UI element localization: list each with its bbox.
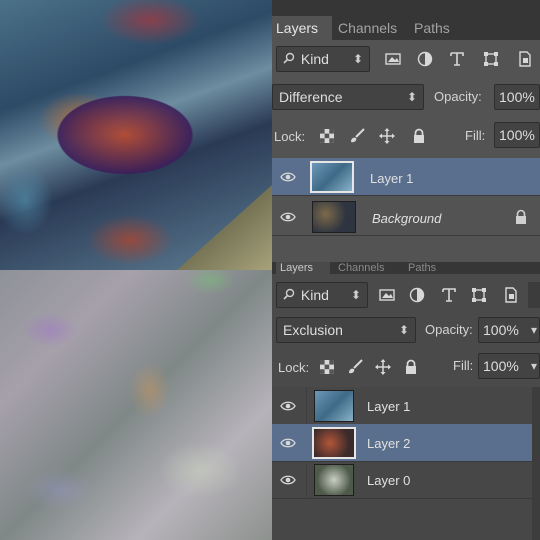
- layer-name[interactable]: Layer 1: [370, 171, 413, 186]
- fill-label: Fill:: [465, 128, 486, 143]
- lock-image-pixels-icon[interactable]: [346, 125, 368, 147]
- layer-name[interactable]: Layer 2: [367, 436, 410, 451]
- updown-arrows-icon: ⬍: [352, 52, 363, 66]
- layer-row-layer-1[interactable]: Layer 1: [272, 387, 532, 425]
- layer-name[interactable]: Layer 0: [367, 473, 410, 488]
- layer-name[interactable]: Background: [372, 211, 441, 226]
- blend-mode-select[interactable]: Difference ⬍: [272, 84, 424, 110]
- tab-channels[interactable]: Channels: [334, 262, 388, 274]
- visibility-eye-icon[interactable]: [280, 398, 296, 414]
- dropdown-arrow-icon[interactable]: ▾: [531, 318, 537, 342]
- lock-all-icon[interactable]: [400, 356, 422, 378]
- filter-kind-select[interactable]: Kind ⬍: [276, 282, 368, 308]
- smart-object-filter-icon[interactable]: [500, 284, 522, 306]
- visibility-eye-icon[interactable]: [280, 209, 296, 225]
- canvas-preview-difference: [0, 0, 272, 270]
- blend-mode-value: Exclusion: [283, 322, 343, 338]
- tab-channels[interactable]: Channels: [334, 16, 401, 40]
- opacity-input[interactable]: 100%: [494, 84, 540, 110]
- layer-thumbnail: [314, 464, 354, 496]
- blend-mode-value: Difference: [279, 89, 343, 105]
- layer-thumbnail: [312, 427, 356, 459]
- lock-all-icon[interactable]: [408, 125, 430, 147]
- layer-thumbnail: [310, 161, 354, 193]
- canvas-shadow-wedge: [177, 185, 272, 270]
- fill-input[interactable]: 100% ▾: [478, 353, 540, 379]
- lock-position-icon[interactable]: [372, 356, 394, 378]
- layer-row-background[interactable]: Background: [272, 198, 540, 236]
- panel-tab-bar: Layers Channels Paths: [272, 262, 540, 274]
- lock-image-pixels-icon[interactable]: [344, 356, 366, 378]
- search-icon: [283, 283, 297, 307]
- shape-filter-icon[interactable]: [480, 48, 502, 70]
- visibility-eye-icon[interactable]: [280, 435, 296, 451]
- type-filter-icon[interactable]: [438, 284, 460, 306]
- opacity-label: Opacity:: [434, 89, 482, 104]
- dropdown-arrow-icon[interactable]: ▾: [531, 354, 537, 378]
- layer-list: Layer 1 Layer 2 Layer 0: [272, 387, 540, 540]
- type-filter-icon[interactable]: [446, 48, 468, 70]
- filter-kind-label: Kind: [300, 287, 329, 303]
- filter-kind-select[interactable]: Kind ⬍: [276, 46, 370, 72]
- layer-list: Layer 1 Background: [272, 158, 540, 262]
- opacity-value: 100%: [499, 89, 535, 105]
- opacity-value: 100%: [483, 322, 519, 338]
- layer-thumbnail: [312, 201, 356, 233]
- lock-label: Lock:: [274, 129, 306, 144]
- lock-label: Lock:: [278, 360, 310, 375]
- layer-list-scrollbar[interactable]: [532, 387, 540, 540]
- fill-value: 100%: [483, 358, 519, 374]
- panel-edge: [528, 282, 540, 308]
- lock-transparent-pixels-icon[interactable]: [316, 356, 338, 378]
- fill-value: 100%: [499, 127, 535, 143]
- layers-panel-top: Layers Channels Paths Kind ⬍ Difference …: [272, 0, 540, 262]
- fill-label: Fill:: [453, 358, 474, 373]
- tab-layers[interactable]: Layers: [276, 262, 330, 274]
- adjustment-filter-icon[interactable]: [406, 284, 428, 306]
- updown-arrows-icon: ⬍: [398, 323, 409, 337]
- tab-paths[interactable]: Paths: [404, 262, 440, 274]
- lock-position-icon[interactable]: [376, 125, 398, 147]
- filter-kind-label: Kind: [300, 51, 329, 67]
- adjustment-filter-icon[interactable]: [414, 48, 436, 70]
- tab-paths[interactable]: Paths: [410, 16, 454, 40]
- visibility-eye-icon[interactable]: [280, 472, 296, 488]
- visibility-eye-icon[interactable]: [280, 169, 296, 185]
- shape-filter-icon[interactable]: [468, 284, 490, 306]
- updown-arrows-icon: ⬍: [350, 288, 361, 302]
- canvas-preview-exclusion: [0, 270, 272, 540]
- panel-tab-bar: Layers Channels Paths: [272, 0, 540, 40]
- fill-input[interactable]: 100%: [494, 122, 540, 148]
- layer-row-layer-1[interactable]: Layer 1: [272, 158, 540, 196]
- blend-mode-select[interactable]: Exclusion ⬍: [276, 317, 416, 343]
- tab-layers[interactable]: Layers: [272, 16, 332, 40]
- layer-name[interactable]: Layer 1: [367, 399, 410, 414]
- layer-thumbnail: [314, 390, 354, 422]
- lock-transparent-pixels-icon[interactable]: [316, 125, 338, 147]
- opacity-label: Opacity:: [425, 322, 473, 337]
- smart-object-filter-icon[interactable]: [514, 48, 536, 70]
- opacity-input[interactable]: 100% ▾: [478, 317, 540, 343]
- updown-arrows-icon: ⬍: [406, 90, 417, 104]
- layer-row-layer-0[interactable]: Layer 0: [272, 461, 532, 499]
- image-filter-icon[interactable]: [382, 48, 404, 70]
- search-icon: [283, 47, 297, 71]
- layer-row-layer-2[interactable]: Layer 2: [272, 424, 532, 462]
- layer-lock-icon: [516, 209, 526, 224]
- layers-panel-bottom: Layers Channels Paths Kind ⬍ Exclusion ⬍…: [272, 262, 540, 540]
- image-filter-icon[interactable]: [376, 284, 398, 306]
